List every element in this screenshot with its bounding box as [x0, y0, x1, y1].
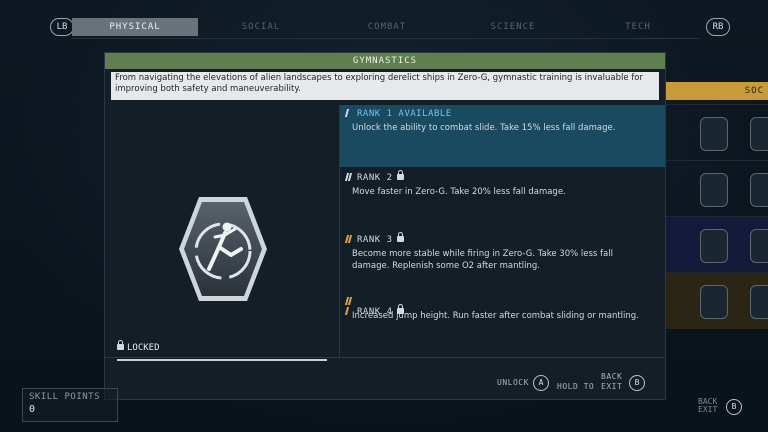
- skill-detail-dialog: GYMNASTICS From navigating the elevation…: [104, 52, 666, 400]
- rank-description: Become more stable while firing in Zero-…: [352, 249, 613, 271]
- tab-physical[interactable]: PHYSICAL: [72, 18, 198, 36]
- skill-badge-icon[interactable]: [750, 285, 768, 319]
- category-tab-bar: LB PHYSICAL SOCIAL COMBAT SCIENCE TECH R…: [0, 14, 768, 40]
- hold-to-label: HOLD TO: [557, 382, 595, 391]
- skill-badge-icon[interactable]: [750, 229, 768, 263]
- back-label[interactable]: BACK: [601, 372, 622, 381]
- tab-science[interactable]: SCIENCE: [450, 18, 576, 36]
- rank-heading: RANK 2: [357, 173, 393, 183]
- rank-description: Unlock the ability to combat slide. Take…: [352, 123, 616, 133]
- tab-combat[interactable]: COMBAT: [324, 18, 450, 36]
- a-button-icon[interactable]: A: [533, 375, 549, 391]
- rank-heading: RANK 3: [357, 235, 393, 245]
- tab-tech[interactable]: TECH: [576, 18, 700, 36]
- exit-label: EXIT: [698, 405, 718, 414]
- skill-badge-icon[interactable]: [750, 117, 768, 151]
- skill-points-label: SKILL POINTS: [29, 392, 101, 402]
- side-column-header: SOC: [664, 82, 768, 100]
- dialog-footer: UNLOCK A HOLD TO BACK EXIT B: [105, 357, 665, 400]
- skill-badge-icon[interactable]: [750, 173, 768, 207]
- skill-badge-icon[interactable]: [700, 117, 728, 151]
- rank-row-3[interactable]: RANK 3 Become more stable while firing i…: [340, 231, 665, 293]
- rank-list: RANK 1 AVAILABLE Unlock the ability to c…: [340, 105, 665, 357]
- b-button-icon[interactable]: B: [629, 375, 645, 391]
- skill-icon-pane: LOCKED: [105, 105, 340, 361]
- lock-icon: [396, 232, 404, 242]
- skill-badge-icon[interactable]: [700, 229, 728, 263]
- side-row: [664, 160, 768, 217]
- lock-icon: [117, 340, 124, 350]
- side-row: [664, 216, 768, 273]
- b-button-icon[interactable]: B: [726, 399, 742, 415]
- skill-status-label: LOCKED: [127, 343, 160, 353]
- rank-tier-icon: [344, 109, 354, 119]
- rank-row-1[interactable]: RANK 1 AVAILABLE Unlock the ability to c…: [340, 105, 665, 167]
- lb-button[interactable]: LB: [50, 18, 74, 36]
- back-exit-hint[interactable]: BACK EXIT: [698, 398, 717, 414]
- skill-points-panel: SKILL POINTS 0: [22, 388, 118, 422]
- lock-icon: [396, 170, 404, 180]
- gymnast-kick-badge-icon: [175, 189, 271, 309]
- tab-underline: [72, 38, 700, 39]
- side-row: [664, 272, 768, 329]
- skill-description: From navigating the elevations of alien …: [111, 72, 659, 100]
- rank-description: Increased jump height. Run faster after …: [352, 311, 639, 321]
- rank-description: Move faster in Zero-G. Take 20% less fal…: [352, 187, 566, 197]
- exit-label[interactable]: EXIT: [601, 382, 622, 391]
- skill-badge-icon[interactable]: [700, 173, 728, 207]
- skill-points-value: 0: [29, 404, 36, 415]
- tab-social[interactable]: SOCIAL: [198, 18, 324, 36]
- skill-badge-icon[interactable]: [700, 285, 728, 319]
- skill-title: GYMNASTICS: [105, 53, 665, 69]
- rank-row-4[interactable]: RANK 4 Increased jump height. Run faster…: [340, 293, 665, 355]
- unlock-label[interactable]: UNLOCK: [497, 378, 529, 387]
- social-skill-column-preview: SOC: [664, 82, 768, 332]
- rank-row-2[interactable]: RANK 2 Move faster in Zero-G. Take 20% l…: [340, 169, 665, 229]
- rank-tier-icon: [344, 235, 354, 245]
- side-row: [664, 104, 768, 161]
- skill-status: LOCKED: [117, 340, 160, 353]
- rank-heading: RANK 1 AVAILABLE: [357, 109, 452, 119]
- rank-tier-icon: [344, 173, 354, 183]
- rb-button[interactable]: RB: [706, 18, 730, 36]
